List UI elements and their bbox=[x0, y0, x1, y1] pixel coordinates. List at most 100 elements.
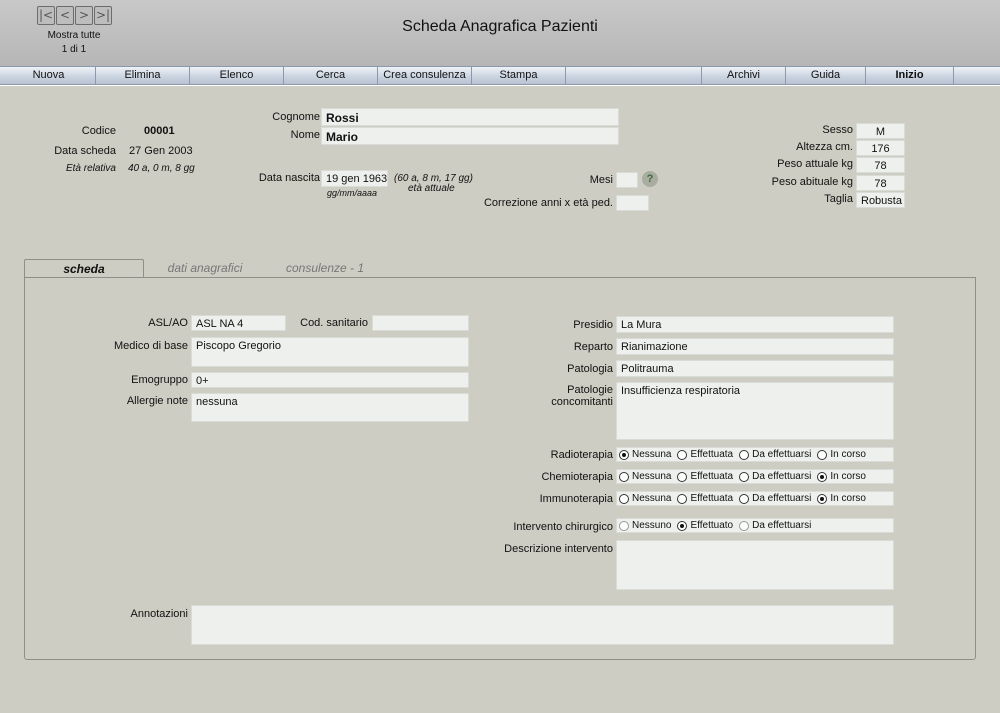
radio-unselected-icon[interactable] bbox=[739, 449, 750, 460]
surname-label: Cognome bbox=[272, 111, 320, 123]
pathology-field[interactable]: Politrauma bbox=[616, 360, 894, 377]
months-label: Mesi bbox=[589, 174, 613, 186]
record-date-label: Data scheda bbox=[54, 145, 116, 157]
radio-option-label: Nessuna bbox=[632, 493, 672, 504]
code-label: Codice bbox=[81, 125, 116, 137]
current-age-label: età attuale bbox=[408, 183, 455, 194]
relative-age-value: 40 a, 0 m, 8 gg bbox=[128, 163, 195, 174]
height-field[interactable]: 176 bbox=[856, 140, 905, 156]
radio-unselected-icon[interactable] bbox=[677, 449, 688, 460]
radio-unselected-icon[interactable] bbox=[619, 520, 629, 531]
sex-field[interactable]: M bbox=[856, 123, 905, 139]
radio-unselected-icon[interactable] bbox=[739, 493, 750, 504]
archives-button[interactable]: Archivi bbox=[702, 67, 786, 84]
asl-label: ASL/AO bbox=[148, 317, 188, 329]
radio-option-label: Nessuno bbox=[632, 520, 672, 531]
form-area: Codice 00001 Data scheda 27 Gen 2003 Età… bbox=[0, 86, 1000, 661]
radio-option[interactable]: In corso bbox=[817, 493, 866, 504]
radio-option[interactable]: In corso bbox=[817, 449, 866, 460]
radio-option[interactable]: Nessuno bbox=[619, 520, 671, 531]
usual-weight-label: Peso abituale kg bbox=[771, 176, 853, 188]
search-button[interactable]: Cerca bbox=[284, 67, 378, 84]
age-correction-label: Correzione anni x età ped. bbox=[483, 197, 613, 209]
chemotherapy-label: Chemioterapia bbox=[541, 471, 613, 483]
header-bar: |< < > >| Mostra tutte 1 di 1 Scheda Ana… bbox=[0, 0, 1000, 66]
radio-unselected-icon[interactable] bbox=[619, 493, 629, 504]
radio-unselected-icon[interactable] bbox=[619, 471, 629, 482]
radio-option[interactable]: Da effettuarsi bbox=[739, 493, 811, 504]
radio-unselected-icon[interactable] bbox=[739, 520, 750, 531]
radio-option-label: Effettuato bbox=[690, 520, 734, 531]
radio-unselected-icon[interactable] bbox=[677, 493, 688, 504]
blood-group-field[interactable]: 0+ bbox=[191, 372, 469, 388]
birth-date-field[interactable]: 19 gen 1963 bbox=[321, 170, 388, 187]
delete-button[interactable]: Elimina bbox=[96, 67, 190, 84]
notes-field[interactable] bbox=[191, 605, 894, 645]
allergies-field[interactable]: nessuna bbox=[191, 393, 469, 422]
gp-label: Medico di base bbox=[114, 340, 188, 352]
radio-option-label: Da effettuarsi bbox=[752, 471, 812, 482]
record-count: 1 di 1 bbox=[61, 44, 87, 55]
home-button[interactable]: Inizio bbox=[866, 67, 954, 84]
surgery-description-field[interactable] bbox=[616, 540, 894, 590]
tab-panel: ASL/AO ASL NA 4 Cod. sanitario Medico di… bbox=[24, 277, 976, 660]
radio-option[interactable]: Da effettuarsi bbox=[739, 471, 811, 482]
current-weight-field[interactable]: 78 bbox=[856, 157, 905, 173]
immunotherapy-label: Immunoterapia bbox=[539, 493, 613, 505]
tab-dati-anagrafici[interactable]: dati anagrafici bbox=[150, 261, 260, 275]
birth-date-label: Data nascita bbox=[258, 172, 320, 184]
radio-option[interactable]: Effettuato bbox=[677, 520, 733, 531]
record-date-value: 27 Gen 2003 bbox=[129, 145, 193, 157]
gp-field[interactable]: Piscopo Gregorio bbox=[191, 337, 469, 367]
surname-field[interactable]: Rossi bbox=[321, 108, 619, 126]
usual-weight-field[interactable]: 78 bbox=[856, 175, 905, 191]
radio-option[interactable]: In corso bbox=[817, 471, 866, 482]
height-label: Altezza cm. bbox=[796, 141, 853, 153]
age-correction-field[interactable] bbox=[616, 195, 649, 211]
radio-option[interactable]: Effettuata bbox=[677, 471, 733, 482]
help-icon[interactable]: ? bbox=[642, 171, 658, 187]
radio-option[interactable]: Da effettuarsi bbox=[739, 449, 811, 460]
comorbidities-field[interactable]: Insufficienza respiratoria bbox=[616, 382, 894, 440]
name-field[interactable]: Mario bbox=[321, 127, 619, 145]
sex-label: Sesso bbox=[822, 124, 853, 136]
hospital-field[interactable]: La Mura bbox=[616, 316, 894, 333]
radio-option-label: Da effettuarsi bbox=[752, 449, 812, 460]
build-label: Taglia bbox=[824, 193, 853, 205]
tab-consulenze[interactable]: consulenze - 1 bbox=[275, 261, 375, 275]
asl-field[interactable]: ASL NA 4 bbox=[191, 315, 286, 331]
code-value: 00001 bbox=[144, 125, 175, 137]
radio-unselected-icon[interactable] bbox=[739, 471, 750, 482]
new-button[interactable]: Nuova bbox=[2, 67, 96, 84]
radio-unselected-icon[interactable] bbox=[677, 471, 688, 482]
months-field[interactable] bbox=[616, 172, 638, 188]
radio-option[interactable]: Nessuna bbox=[619, 471, 671, 482]
health-code-field[interactable] bbox=[372, 315, 469, 331]
radio-selected-icon[interactable] bbox=[619, 449, 629, 460]
ward-field[interactable]: Rianimazione bbox=[616, 338, 894, 355]
radio-option[interactable]: Da effettuarsi bbox=[739, 520, 811, 531]
print-button[interactable]: Stampa bbox=[472, 67, 566, 84]
radio-selected-icon[interactable] bbox=[677, 520, 688, 531]
immunotherapy-options: Nessuna Effettuata Da effettuarsi In corso bbox=[616, 491, 894, 506]
radiotherapy-label: Radioterapia bbox=[550, 449, 613, 461]
radiotherapy-options: Nessuna Effettuata Da effettuarsi In corso bbox=[616, 447, 894, 462]
build-field[interactable]: Robusta bbox=[856, 192, 905, 208]
surgery-options: Nessuno Effettuato Da effettuarsi bbox=[616, 518, 894, 533]
create-consultation-button[interactable]: Crea consulenza bbox=[378, 67, 472, 84]
list-button[interactable]: Elenco bbox=[190, 67, 284, 84]
radio-selected-icon[interactable] bbox=[817, 471, 828, 482]
comorbidities-label-line1: Patologie bbox=[567, 384, 613, 396]
tab-scheda[interactable]: scheda bbox=[24, 259, 144, 278]
radio-selected-icon[interactable] bbox=[817, 493, 828, 504]
radio-option[interactable]: Nessuna bbox=[619, 449, 671, 460]
radio-option[interactable]: Effettuata bbox=[677, 449, 733, 460]
radio-option-label: Da effettuarsi bbox=[752, 520, 812, 531]
surgery-description-label: Descrizione intervento bbox=[504, 543, 613, 555]
radio-unselected-icon[interactable] bbox=[817, 449, 828, 460]
radio-option-label: Effettuata bbox=[690, 471, 734, 482]
name-label: Nome bbox=[290, 129, 320, 141]
radio-option[interactable]: Nessuna bbox=[619, 493, 671, 504]
help-button[interactable]: Guida bbox=[786, 67, 866, 84]
radio-option[interactable]: Effettuata bbox=[677, 493, 733, 504]
